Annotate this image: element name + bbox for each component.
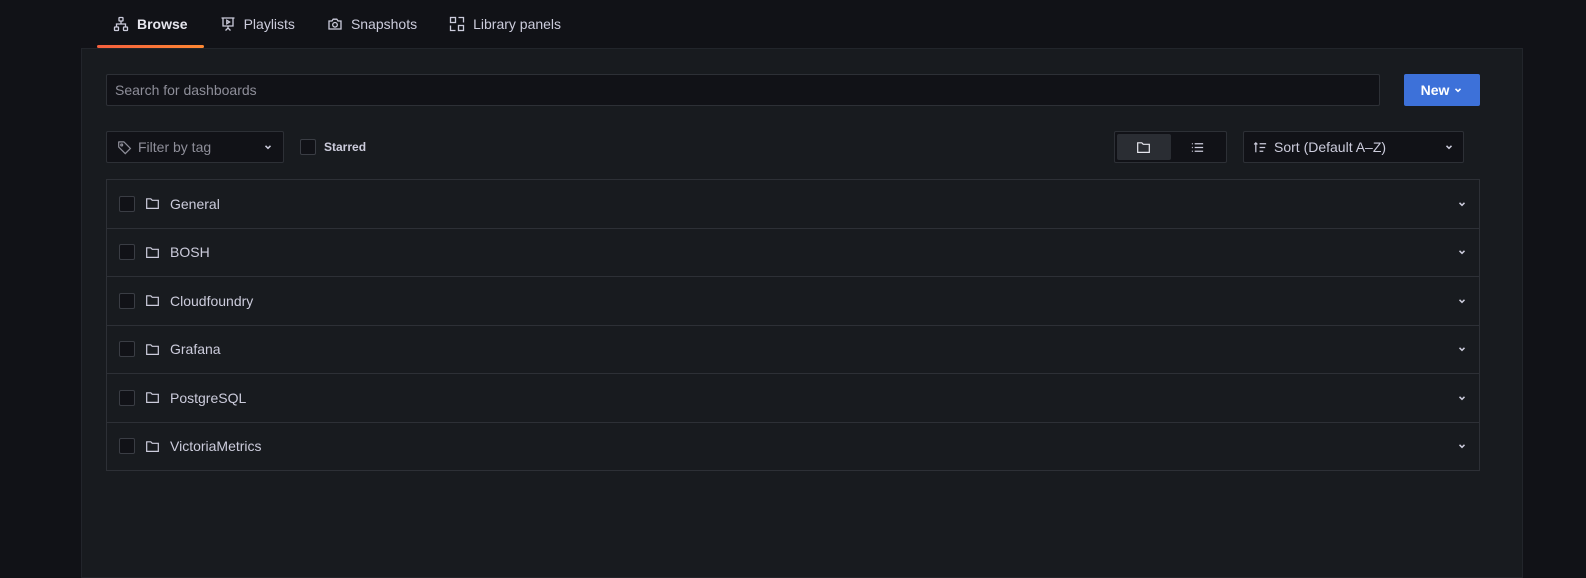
tag-filter-placeholder: Filter by tag <box>138 139 212 155</box>
tab-label: Browse <box>137 16 188 32</box>
search-input[interactable] <box>106 74 1380 106</box>
tab-label: Library panels <box>473 16 562 32</box>
folder-icon <box>145 245 160 260</box>
tag-filter-select[interactable]: Filter by tag <box>106 131 284 163</box>
folder-name: General <box>170 195 220 212</box>
tag-icon <box>117 140 132 155</box>
folder-checkbox[interactable] <box>119 195 135 212</box>
folder-name: Grafana <box>170 341 221 358</box>
tab-label: Snapshots <box>350 16 418 32</box>
presentation-icon <box>220 16 236 32</box>
tab-playlists[interactable]: Playlists <box>204 0 311 48</box>
tab-library-panels[interactable]: Library panels <box>433 0 577 48</box>
folder-name: PostgreSQL <box>170 389 247 406</box>
folder-row-postgresql[interactable]: PostgreSQL <box>107 374 1479 423</box>
new-button-label: New <box>1420 82 1450 98</box>
folder-icon <box>145 293 160 308</box>
tab-snapshots[interactable]: Snapshots <box>311 0 433 48</box>
folder-row-general[interactable]: General <box>107 180 1479 229</box>
folder-icon <box>145 439 160 454</box>
folder-row-victoriametrics[interactable]: VictoriaMetrics <box>107 423 1479 471</box>
new-button[interactable]: New <box>1404 74 1480 106</box>
folder-checkbox[interactable] <box>119 389 135 406</box>
chevron-down-icon <box>263 142 273 152</box>
starred-label: Starred <box>324 140 367 154</box>
folder-checkbox[interactable] <box>119 292 135 309</box>
view-toggle <box>1114 131 1227 163</box>
chevron-down-icon <box>1444 142 1454 152</box>
chevron-down-icon <box>1453 85 1463 95</box>
chevron-down-icon[interactable] <box>1457 296 1467 306</box>
chevron-down-icon[interactable] <box>1457 441 1467 451</box>
folder-name: BOSH <box>170 244 210 261</box>
folder-row-bosh[interactable]: BOSH <box>107 229 1479 277</box>
folder-icon <box>1136 140 1151 155</box>
sitemap-icon <box>113 16 129 32</box>
folder-row-grafana[interactable]: Grafana <box>107 326 1479 374</box>
chevron-down-icon[interactable] <box>1457 393 1467 403</box>
folder-row-cloudfoundry[interactable]: Cloudfoundry <box>107 277 1479 326</box>
folder-checkbox[interactable] <box>119 438 135 455</box>
folder-checkbox[interactable] <box>119 244 135 261</box>
folder-checkbox[interactable] <box>119 341 135 358</box>
folder-name: VictoriaMetrics <box>170 438 262 455</box>
tab-label: Playlists <box>243 16 295 32</box>
folder-icon <box>145 342 160 357</box>
folder-name: Cloudfoundry <box>170 292 254 309</box>
folder-view-button[interactable] <box>1117 134 1171 160</box>
sort-select[interactable]: Sort (Default A–Z) <box>1243 131 1464 163</box>
chevron-down-icon[interactable] <box>1457 344 1467 354</box>
chevron-down-icon[interactable] <box>1457 247 1467 257</box>
starred-filter[interactable]: Starred <box>300 139 366 155</box>
folder-icon <box>145 196 160 211</box>
sort-label: Sort (Default A–Z) <box>1274 139 1387 155</box>
folder-list: General BOSH Cloudfoundry Grafana Postgr… <box>106 179 1480 471</box>
page-tabs: Browse Playlists Snapshots Library panel… <box>97 0 577 48</box>
library-panel-icon <box>449 16 465 32</box>
sort-ascending-icon <box>1253 140 1268 155</box>
chevron-down-icon[interactable] <box>1457 199 1467 209</box>
camera-icon <box>327 16 343 32</box>
folder-icon <box>145 390 160 405</box>
list-icon <box>1190 140 1205 155</box>
tab-browse[interactable]: Browse <box>97 0 204 48</box>
starred-checkbox[interactable] <box>300 139 316 155</box>
list-view-button[interactable] <box>1171 134 1225 160</box>
browse-panel: New Filter by tag Starred <box>81 48 1523 578</box>
